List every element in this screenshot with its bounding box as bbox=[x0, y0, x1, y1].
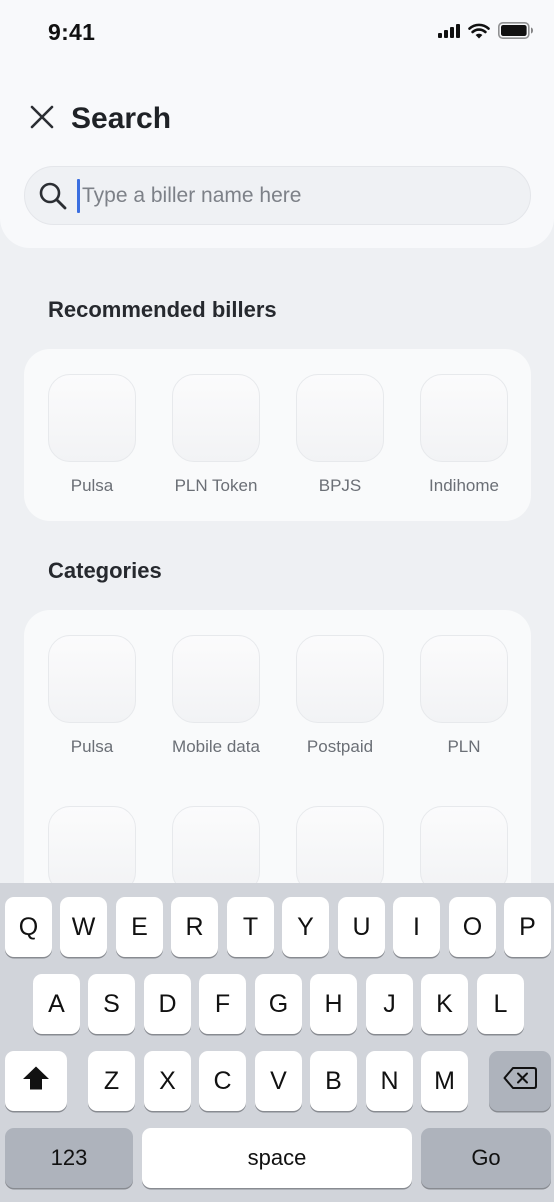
key-t[interactable]: T bbox=[227, 897, 274, 957]
biller-item-bpjs[interactable]: BPJS bbox=[296, 374, 384, 496]
key-g[interactable]: G bbox=[255, 974, 302, 1034]
category-item[interactable] bbox=[48, 806, 136, 894]
category-tile bbox=[172, 635, 260, 723]
category-item-pln[interactable]: PLN bbox=[420, 635, 508, 757]
key-s[interactable]: S bbox=[88, 974, 135, 1034]
category-tile bbox=[420, 635, 508, 723]
key-w[interactable]: W bbox=[60, 897, 107, 957]
key-p[interactable]: P bbox=[504, 897, 551, 957]
wifi-icon bbox=[468, 23, 490, 44]
text-cursor bbox=[77, 178, 80, 213]
search-header: 9:41 Search Type a biller name here bbox=[0, 0, 554, 248]
key-e[interactable]: E bbox=[116, 897, 163, 957]
go-key[interactable]: Go bbox=[421, 1128, 551, 1188]
key-b[interactable]: B bbox=[310, 1051, 357, 1111]
close-button[interactable] bbox=[28, 105, 56, 133]
category-item-postpaid[interactable]: Postpaid bbox=[296, 635, 384, 757]
page-title: Search bbox=[71, 102, 172, 135]
key-j[interactable]: J bbox=[366, 974, 413, 1034]
biller-label: Indihome bbox=[429, 476, 499, 495]
cellular-signal-icon bbox=[438, 23, 460, 43]
category-item[interactable] bbox=[172, 806, 260, 894]
biller-label: Pulsa bbox=[70, 476, 114, 495]
title-row: Search bbox=[28, 102, 171, 136]
biller-tile bbox=[48, 374, 136, 462]
key-a[interactable]: A bbox=[33, 974, 80, 1034]
category-item[interactable] bbox=[296, 806, 384, 894]
key-d[interactable]: D bbox=[144, 974, 191, 1034]
biller-tile bbox=[172, 374, 260, 462]
key-y[interactable]: Y bbox=[282, 897, 329, 957]
category-tile bbox=[172, 806, 260, 894]
key-i[interactable]: I bbox=[393, 897, 440, 957]
category-tile bbox=[296, 806, 384, 894]
category-item-pulsa[interactable]: Pulsa bbox=[48, 635, 136, 757]
status-time: 9:41 bbox=[48, 19, 96, 45]
recommended-section-title: Recommended billers bbox=[48, 297, 277, 322]
category-tile bbox=[48, 806, 136, 894]
close-icon bbox=[29, 104, 55, 135]
battery-icon bbox=[498, 22, 534, 44]
category-label: Mobile data bbox=[172, 737, 260, 756]
category-label: Postpaid bbox=[306, 737, 374, 756]
on-screen-keyboard: Q W E R T Y U I O P A S D F G H J K L Z … bbox=[0, 883, 554, 1202]
key-c[interactable]: C bbox=[199, 1051, 246, 1111]
numbers-key[interactable]: 123 bbox=[5, 1128, 133, 1188]
backspace-icon bbox=[503, 1066, 537, 1097]
categories-row-second bbox=[48, 806, 508, 894]
shift-icon bbox=[22, 1065, 50, 1098]
key-x[interactable]: X bbox=[144, 1051, 191, 1111]
key-m[interactable]: M bbox=[421, 1051, 468, 1111]
biller-item-pln-token[interactable]: PLN Token bbox=[172, 374, 260, 496]
biller-item-indihome[interactable]: Indihome bbox=[420, 374, 508, 496]
categories-row: Pulsa Mobile data Postpaid PLN bbox=[48, 635, 508, 757]
key-v[interactable]: V bbox=[255, 1051, 302, 1111]
key-k[interactable]: K bbox=[421, 974, 468, 1034]
key-f[interactable]: F bbox=[199, 974, 246, 1034]
key-n[interactable]: N bbox=[366, 1051, 413, 1111]
biller-tile bbox=[296, 374, 384, 462]
status-icons bbox=[438, 22, 534, 44]
recommended-row: Pulsa PLN Token BPJS Indihome bbox=[48, 374, 508, 496]
status-bar: 9:41 bbox=[0, 0, 554, 64]
recommended-card: Pulsa PLN Token BPJS Indihome bbox=[24, 349, 531, 521]
biller-item-pulsa[interactable]: Pulsa bbox=[48, 374, 136, 496]
key-h[interactable]: H bbox=[310, 974, 357, 1034]
key-q[interactable]: Q bbox=[5, 897, 52, 957]
category-label: PLN bbox=[447, 737, 481, 756]
category-label: Pulsa bbox=[70, 737, 114, 756]
shift-key[interactable] bbox=[5, 1051, 67, 1111]
key-u[interactable]: U bbox=[338, 897, 385, 957]
biller-label: BPJS bbox=[318, 476, 362, 495]
key-l[interactable]: L bbox=[477, 974, 524, 1034]
biller-tile bbox=[420, 374, 508, 462]
search-icon bbox=[38, 181, 68, 211]
space-key[interactable]: space bbox=[142, 1128, 412, 1188]
category-item[interactable] bbox=[420, 806, 508, 894]
key-o[interactable]: O bbox=[449, 897, 496, 957]
delete-key[interactable] bbox=[489, 1051, 551, 1111]
biller-label: PLN Token bbox=[174, 476, 258, 495]
key-z[interactable]: Z bbox=[88, 1051, 135, 1111]
key-r[interactable]: R bbox=[171, 897, 218, 957]
category-tile bbox=[48, 635, 136, 723]
categories-section-title: Categories bbox=[48, 558, 162, 583]
category-tile bbox=[296, 635, 384, 723]
search-bar[interactable] bbox=[24, 166, 531, 225]
search-input[interactable] bbox=[82, 175, 502, 216]
category-tile bbox=[420, 806, 508, 894]
category-item-mobile-data[interactable]: Mobile data bbox=[172, 635, 260, 757]
